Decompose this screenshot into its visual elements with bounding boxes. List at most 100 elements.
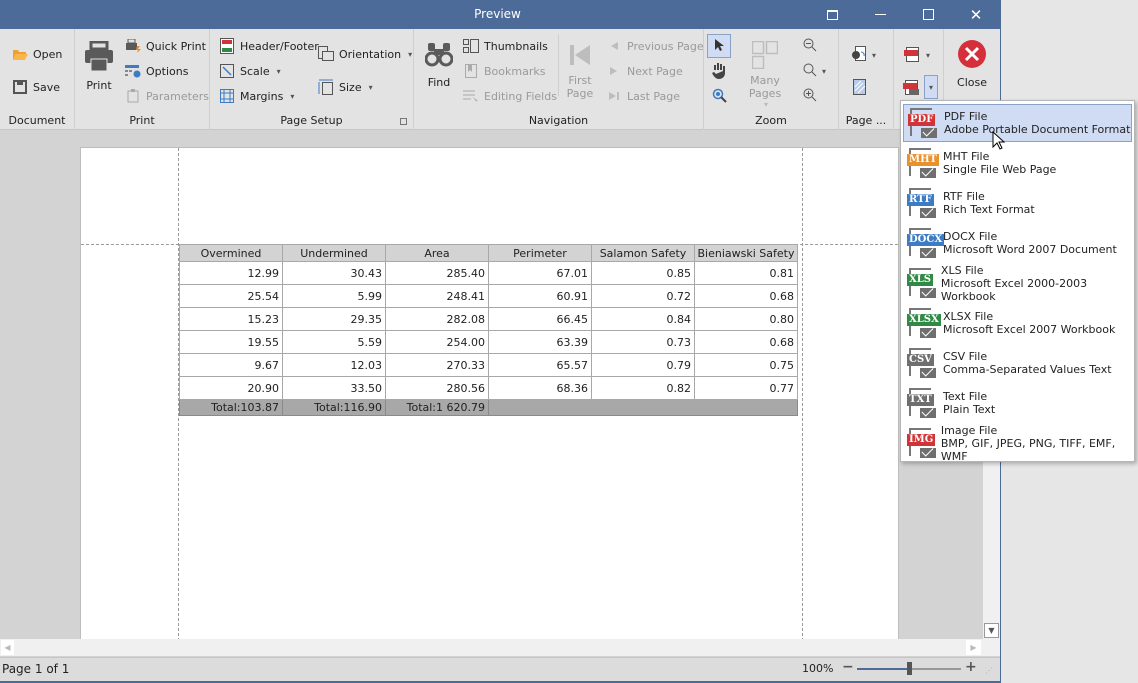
- zoom-slider-thumb[interactable]: [907, 662, 912, 675]
- quick-print-icon: [125, 38, 141, 54]
- first-page-button[interactable]: First Page: [565, 43, 595, 100]
- table-cell: 0.84: [591, 307, 695, 331]
- export-menu-item-rtf[interactable]: RTF RTF File Rich Text Format: [903, 184, 1132, 222]
- export-menu-item-docx[interactable]: DOCX DOCX File Microsoft Word 2007 Documen…: [903, 224, 1132, 262]
- zoom-dropdown-button[interactable]: ▾: [803, 63, 826, 80]
- orientation-button[interactable]: Orientation ▾: [318, 46, 412, 62]
- header-footer-label: Header/Footer: [240, 39, 319, 53]
- minimize-button[interactable]: [857, 0, 903, 29]
- margin-guide-right: [802, 148, 803, 646]
- resize-grip-icon[interactable]: ⋰: [985, 666, 993, 675]
- chevron-down-icon: ▾: [408, 49, 413, 59]
- send-via-email-button[interactable]: ▾: [898, 75, 938, 99]
- dialog-launcher-icon[interactable]: [400, 118, 407, 125]
- close-label: Close: [957, 76, 987, 89]
- watermark-button[interactable]: [853, 79, 867, 98]
- zoom-out-minus-button[interactable]: −: [842, 659, 854, 675]
- previous-page-button[interactable]: Previous Page: [606, 38, 704, 54]
- find-button[interactable]: Find: [424, 43, 454, 89]
- send-dropdown-toggle[interactable]: ▾: [924, 75, 938, 99]
- pointer-tool-button[interactable]: [707, 34, 731, 58]
- table-cell: 5.99: [282, 284, 386, 308]
- hand-tool-button[interactable]: [710, 62, 728, 83]
- bookmarks-button[interactable]: Bookmarks: [463, 63, 545, 79]
- page-color-button[interactable]: ▾: [851, 46, 876, 65]
- zoom-in-icon: [803, 88, 817, 105]
- thumbnails-button[interactable]: Thumbnails: [463, 38, 548, 54]
- header-footer-button[interactable]: Header/Footer: [219, 38, 319, 54]
- quick-print-button[interactable]: Quick Print: [125, 38, 206, 54]
- table-cell: 33.50: [282, 376, 386, 400]
- editing-fields-button[interactable]: Editing Fields: [463, 88, 557, 104]
- print-button[interactable]: Print: [83, 40, 115, 92]
- column-header: Perimeter: [488, 244, 592, 262]
- table-cell: 63.39: [488, 330, 592, 354]
- table-cell: 282.08: [385, 307, 489, 331]
- menu-item-title: Image File: [940, 423, 998, 437]
- export-pdf-icon: [904, 46, 920, 65]
- open-button[interactable]: Open: [12, 46, 62, 62]
- save-button[interactable]: Save: [12, 79, 60, 95]
- many-pages-button[interactable]: Many Pages ▾: [734, 40, 796, 109]
- table-cell: 0.81: [694, 261, 798, 285]
- options-button[interactable]: Options: [125, 63, 188, 79]
- zoom-tool-button[interactable]: [712, 88, 728, 107]
- table-cell: 0.73: [591, 330, 695, 354]
- options-label: Options: [146, 64, 189, 78]
- table-cell: 0.82: [591, 376, 695, 400]
- document-viewer[interactable]: Overmined Undermined Area Perimeter Sala…: [0, 131, 983, 647]
- zoom-slider[interactable]: [857, 662, 961, 675]
- restore-ribbon-button[interactable]: [809, 0, 855, 29]
- scroll-left-button[interactable]: ◀: [1, 640, 14, 655]
- group-label-print: Print: [129, 114, 155, 127]
- export-document-button[interactable]: ▾: [904, 46, 930, 65]
- menu-item-description: Microsoft Word 2007 Document: [943, 243, 1117, 256]
- menu-item-description: Microsoft Excel 2007 Workbook: [943, 323, 1116, 336]
- zoom-in-button[interactable]: [803, 88, 817, 105]
- send-pdf-icon: [898, 75, 924, 99]
- maximize-button[interactable]: [905, 0, 951, 29]
- scroll-right-button[interactable]: ▶: [966, 640, 981, 655]
- quick-print-label: Quick Print: [146, 39, 206, 53]
- img-file-icon: IMG: [907, 428, 937, 458]
- export-menu-item-txt[interactable]: TXT Text File Plain Text: [903, 384, 1132, 422]
- export-menu-item-xlsx[interactable]: XLSX XLSX File Microsoft Excel 2007 Workbo…: [903, 304, 1132, 342]
- scroll-down-button[interactable]: ▼: [984, 623, 999, 638]
- mouse-cursor-icon: [992, 131, 1006, 150]
- horizontal-scrollbar[interactable]: ◀ ▶: [0, 639, 1000, 656]
- save-label: Save: [33, 80, 61, 94]
- options-icon: [125, 63, 141, 79]
- table-cell: 0.77: [694, 376, 798, 400]
- last-page-button[interactable]: Last Page: [606, 88, 680, 104]
- margins-button[interactable]: Margins ▾: [219, 88, 294, 104]
- export-menu-item-csv[interactable]: CSV CSV File Comma-Separated Values Text: [903, 344, 1132, 382]
- menu-item-text: RTF File Rich Text Format: [943, 190, 1035, 216]
- close-circle-icon: [957, 39, 987, 72]
- table-cell: 0.85: [591, 261, 695, 285]
- menu-item-text: Text File Plain Text: [943, 390, 995, 416]
- chevron-down-icon: ▾: [872, 51, 877, 60]
- size-button[interactable]: Size ▾: [318, 79, 373, 95]
- export-menu-item-img[interactable]: IMG Image File BMP, GIF, JPEG, PNG, TIFF, …: [903, 423, 1132, 463]
- table-cell: 280.56: [385, 376, 489, 400]
- scale-label: Scale: [240, 64, 270, 78]
- binoculars-icon: [424, 43, 454, 70]
- table-row: 9.67 12.03 270.33 65.57 0.79 0.75: [179, 353, 798, 377]
- parameters-button[interactable]: Parameters: [125, 88, 209, 104]
- zoom-out-button[interactable]: [803, 38, 817, 55]
- next-page-button[interactable]: Next Page: [606, 63, 683, 79]
- table-row: 20.90 33.50 280.56 68.36 0.82 0.77: [179, 376, 798, 400]
- close-window-button[interactable]: ✕: [953, 0, 999, 29]
- table-cell: 0.79: [591, 353, 695, 377]
- export-menu-item-pdf[interactable]: PDF PDF File Adobe Portable Document Forma…: [903, 104, 1132, 142]
- export-menu-item-mht[interactable]: MHT MHT File Single File Web Page: [903, 144, 1132, 182]
- zoom-in-plus-button[interactable]: +: [965, 659, 977, 675]
- group-label-navigation: Navigation: [528, 114, 589, 127]
- export-menu-item-xls[interactable]: XLS XLS File Microsoft Excel 2000-2003 Wor…: [903, 264, 1132, 303]
- menu-item-description: Adobe Portable Document Format: [944, 123, 1131, 136]
- menu-item-title: PDF File: [944, 110, 988, 123]
- scale-button[interactable]: Scale ▾: [219, 63, 281, 79]
- orientation-label: Orientation: [339, 47, 402, 61]
- chevron-down-icon: ▾: [822, 67, 827, 76]
- close-preview-button[interactable]: Close: [952, 39, 992, 89]
